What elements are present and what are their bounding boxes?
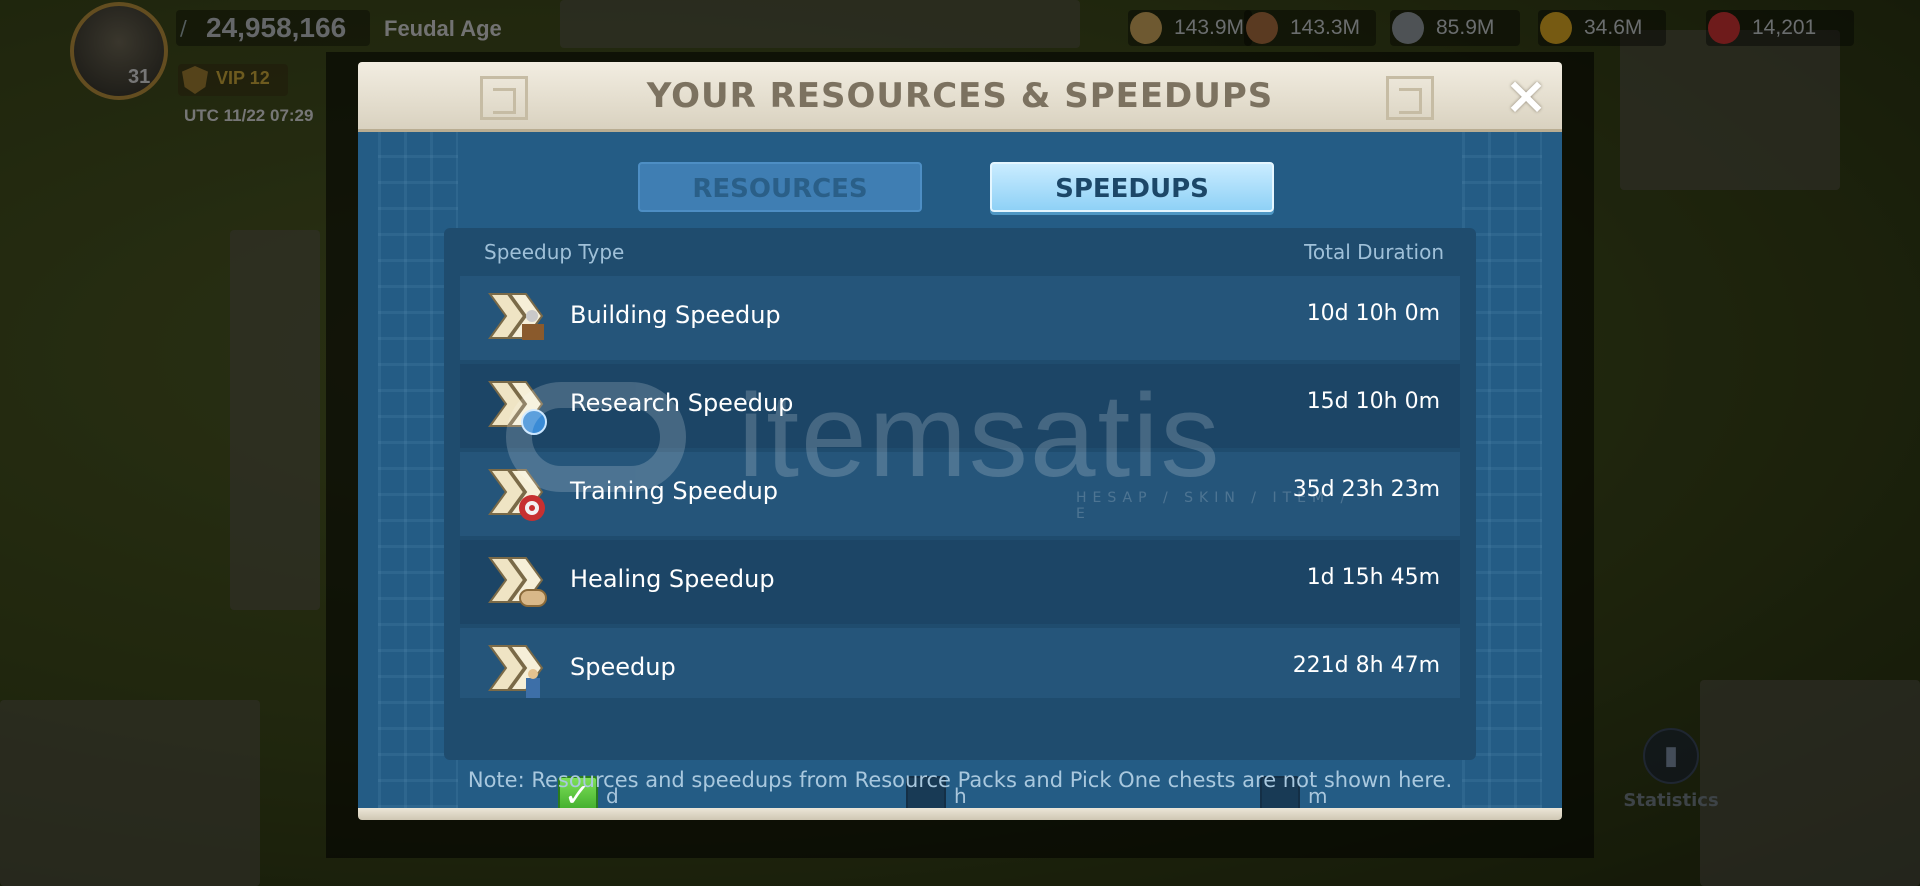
speedup-name: Speedup [570, 653, 676, 681]
resources-speedups-dialog: YOUR RESOURCES & SPEEDUPS × RESOURCES SP… [358, 62, 1562, 820]
speedup-duration: 35d 23h 23m [1292, 477, 1440, 502]
research-speedup-icon [488, 381, 547, 435]
tab-resources[interactable]: RESOURCES [638, 162, 922, 212]
list-item: Training Speedup 35d 23h 23m [460, 452, 1460, 536]
building-speedup-icon [488, 293, 544, 340]
speedup-name: Building Speedup [570, 301, 781, 329]
speedup-name: Training Speedup [570, 477, 779, 505]
speedup-duration: 221d 8h 47m [1292, 653, 1440, 678]
close-icon[interactable]: × [1504, 70, 1548, 122]
training-speedup-icon [488, 469, 545, 521]
speedup-name: Research Speedup [570, 389, 794, 417]
speedup-duration: 15d 10h 0m [1306, 389, 1440, 414]
tab-speedups[interactable]: SPEEDUPS [990, 162, 1274, 212]
speedup-duration: 1d 15h 45m [1306, 565, 1440, 590]
footnote: Note: Resources and speedups from Resour… [467, 768, 1453, 792]
modal-header: YOUR RESOURCES & SPEEDUPS × [358, 62, 1562, 132]
column-header-type: Speedup Type [484, 240, 625, 264]
list-item: Building Speedup 10d 10h 0m [460, 276, 1460, 360]
speedup-list-panel: Speedup Type Total Duration Building Spe… [444, 228, 1476, 816]
healing-speedup-icon [488, 557, 547, 607]
column-header-duration: Total Duration [1304, 240, 1444, 264]
list-item: Healing Speedup 1d 15h 45m [460, 540, 1460, 624]
modal-bottom-border [358, 808, 1562, 820]
modal-title: YOUR RESOURCES & SPEEDUPS [646, 76, 1274, 116]
list-item: Research Speedup 15d 10h 0m [460, 364, 1460, 448]
speedup-duration: 10d 10h 0m [1306, 301, 1440, 326]
speedup-name: Healing Speedup [570, 565, 775, 593]
list-item: Speedup 221d 8h 47m [460, 628, 1460, 698]
universal-speedup-icon [488, 645, 544, 698]
